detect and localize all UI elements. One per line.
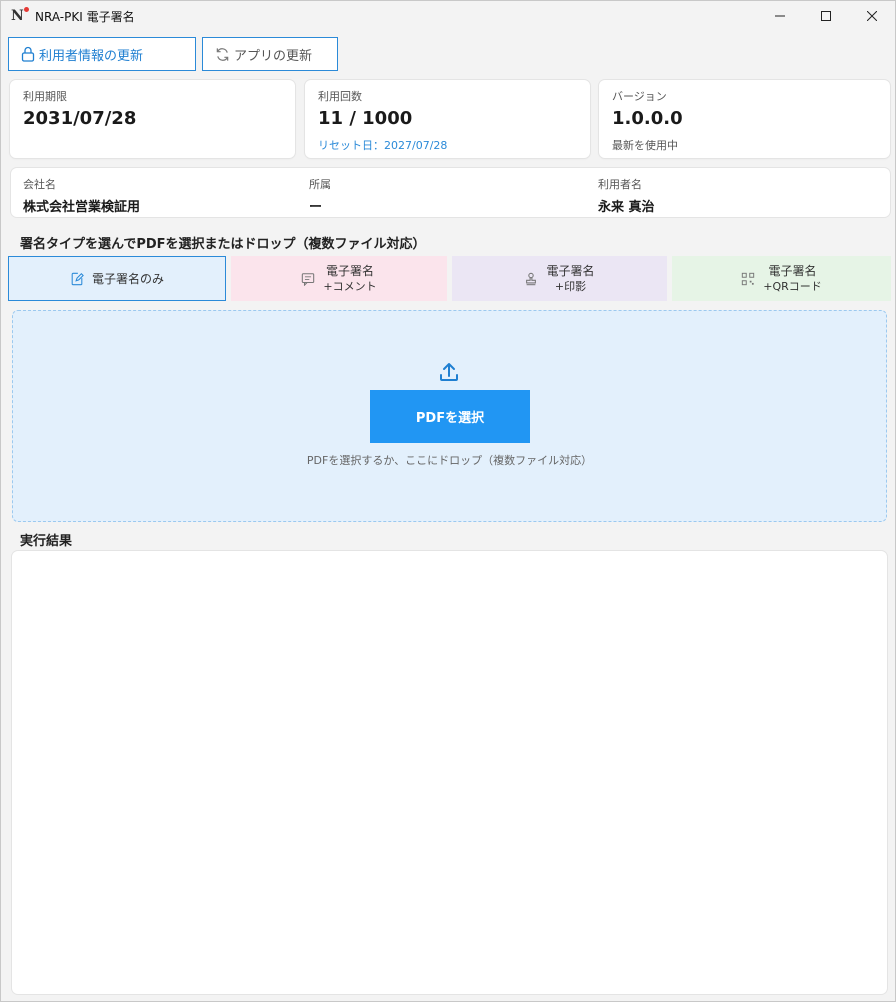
update-user-info-button[interactable]: 利用者情報の更新 (8, 37, 196, 71)
tab-signature-qr-label: 電子署名 (768, 263, 817, 278)
tab-signature-only-label: 電子署名のみ (91, 272, 164, 286)
stamp-icon (524, 272, 538, 286)
user-info-card: 会社名 株式会社営業検証用 所属 ー 利用者名 永来 真治 (11, 168, 890, 217)
version-card: バージョン 1.0.0.0 最新を使用中 (599, 80, 890, 158)
maximize-icon (821, 11, 831, 21)
app-window: N NRA-PKI 電子署名 利用者情報の更新 アプリの更新 利用期限 2031… (0, 0, 896, 1002)
reset-date: リセット日：2027/07/28 (318, 139, 448, 152)
department-label: 所属 (309, 178, 331, 191)
tab-signature-qr[interactable]: 電子署名 +QRコード (672, 256, 891, 301)
logo-letter: N (11, 8, 24, 24)
lock-icon (21, 46, 35, 62)
usage-value: 11 / 1000 (318, 108, 413, 129)
close-button[interactable] (849, 1, 895, 31)
tab-signature-seal-label: 電子署名 (546, 263, 595, 278)
refresh-icon (215, 47, 230, 62)
tab-signature-comment-label: 電子署名 (325, 263, 374, 278)
update-user-info-label: 利用者情報の更新 (39, 48, 144, 64)
update-app-label: アプリの更新 (234, 48, 313, 64)
qr-code-icon (741, 272, 755, 286)
user-name-label: 利用者名 (598, 178, 642, 191)
tab-signature-comment-sub: +コメント (323, 279, 377, 293)
tab-signature-qr-sub: +QRコード (763, 279, 822, 293)
company-value: 株式会社営業検証用 (23, 200, 141, 215)
upload-icon (438, 361, 460, 387)
drop-hint: PDFを選択するか、ここにドロップ（複数ファイル対応） (306, 454, 593, 467)
tab-signature-comment[interactable]: 電子署名 +コメント (231, 256, 447, 301)
version-status: 最新を使用中 (612, 139, 678, 152)
user-name-value: 永来 真治 (598, 200, 655, 215)
user-name-field: 利用者名 永来 真治 (598, 176, 655, 215)
sign-type-heading: 署名タイプを選んでPDFを選択またはドロップ（複数ファイル対応） (20, 237, 426, 252)
usage-label: 利用回数 (318, 90, 362, 103)
expiry-value: 2031/07/28 (23, 108, 137, 129)
maximize-button[interactable] (803, 1, 849, 31)
version-value: 1.0.0.0 (612, 108, 683, 129)
pdf-drop-zone[interactable]: PDFを選択 PDFを選択するか、ここにドロップ（複数ファイル対応） (12, 310, 887, 522)
result-output-area[interactable] (12, 551, 887, 994)
tab-signature-seal[interactable]: 電子署名 +印影 (452, 256, 667, 301)
window-title: NRA-PKI 電子署名 (35, 9, 135, 24)
title-bar: N NRA-PKI 電子署名 (1, 1, 895, 31)
usage-card: 利用回数 11 / 1000 リセット日：2027/07/28 (305, 80, 590, 158)
company-field: 会社名 株式会社営業検証用 (23, 176, 140, 215)
tab-signature-seal-sub: +印影 (554, 279, 587, 293)
department-field: 所属 ー (309, 176, 331, 215)
department-value: ー (309, 200, 323, 215)
select-pdf-button[interactable]: PDFを選択 (370, 390, 530, 443)
minimize-icon (775, 15, 785, 17)
company-label: 会社名 (23, 178, 56, 191)
edit-document-icon (70, 272, 84, 286)
comment-icon (301, 272, 315, 286)
version-label: バージョン (612, 90, 667, 103)
tab-signature-only[interactable]: 電子署名のみ (8, 256, 226, 301)
update-app-button[interactable]: アプリの更新 (202, 37, 338, 71)
result-heading: 実行結果 (20, 534, 73, 549)
minimize-button[interactable] (757, 1, 803, 31)
close-icon (867, 11, 877, 21)
expiry-label: 利用期限 (23, 90, 67, 103)
expiry-card: 利用期限 2031/07/28 (10, 80, 295, 158)
app-logo-icon: N (11, 7, 29, 24)
